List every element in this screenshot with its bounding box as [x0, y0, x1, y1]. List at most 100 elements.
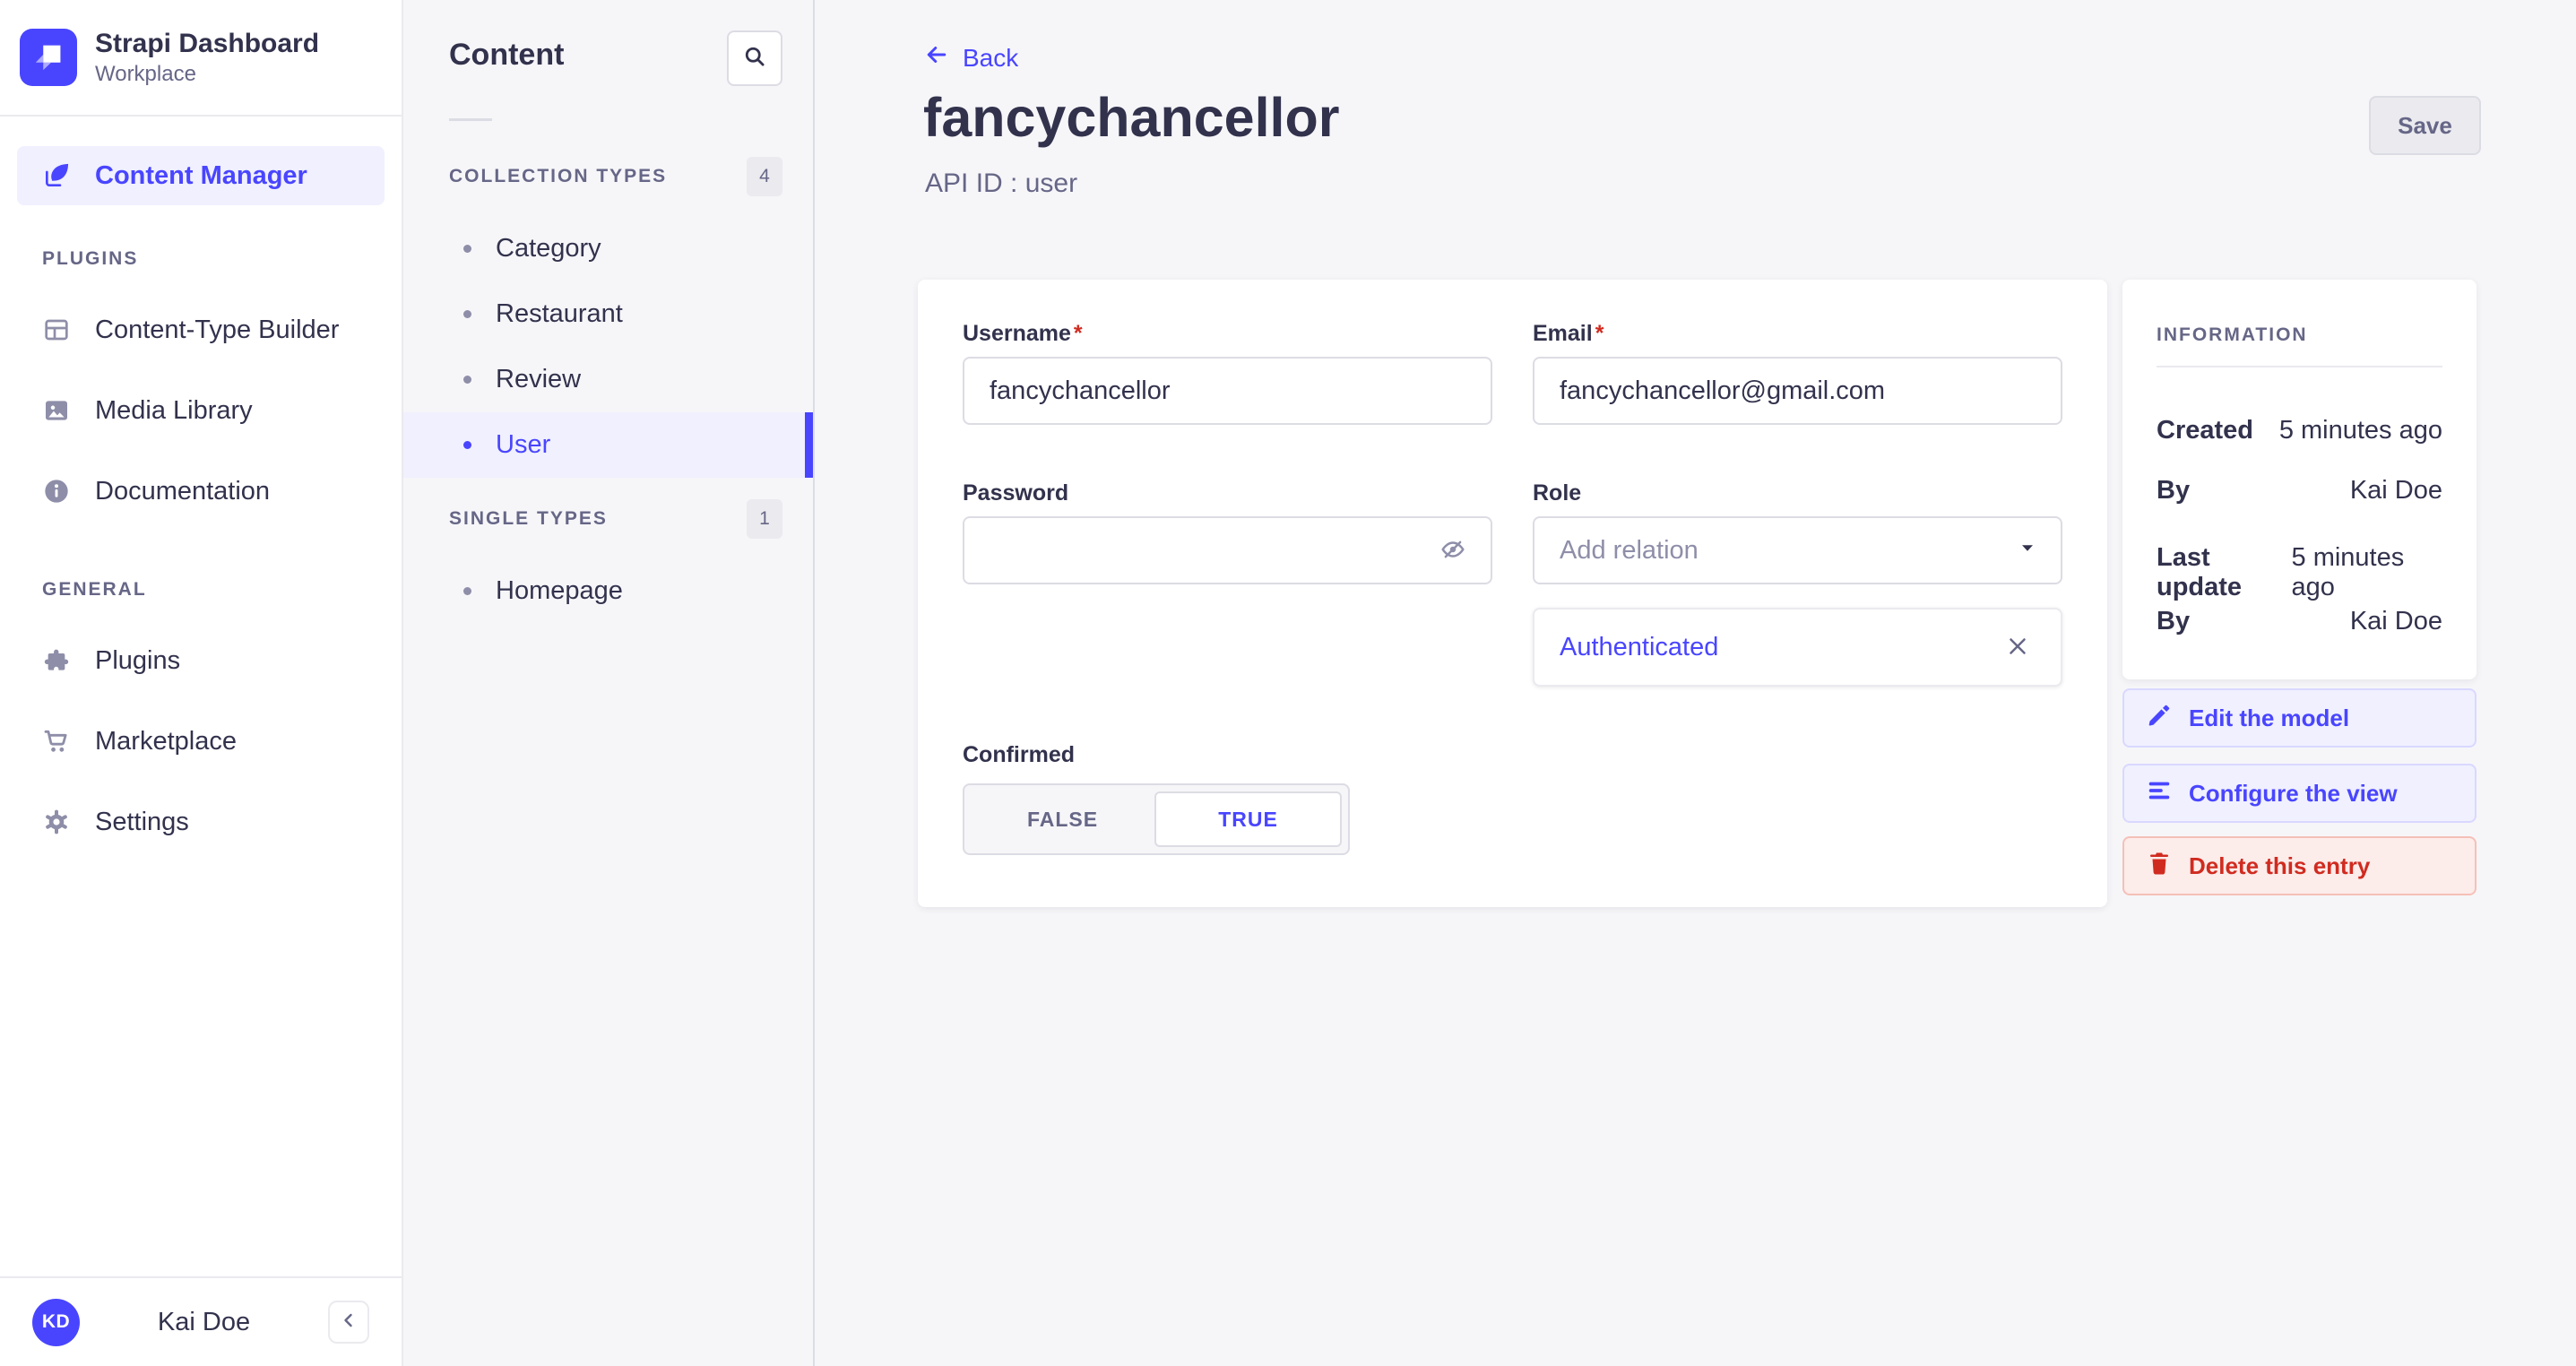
required-marker: * [1074, 321, 1083, 346]
username-input[interactable] [964, 359, 1491, 423]
info-row-last-update: Last update 5 minutes ago [2157, 543, 2442, 602]
search-button[interactable] [727, 30, 782, 86]
sidebar-collapse-button[interactable] [328, 1301, 369, 1344]
password-input[interactable] [964, 518, 1491, 583]
sidebar-item-plugins[interactable]: Plugins [17, 620, 385, 701]
information-title: INFORMATION [2157, 324, 2308, 346]
collection-types-count-badge: 4 [747, 157, 782, 196]
delete-entry-button[interactable]: Delete this entry [2122, 836, 2477, 895]
confirmed-false-option[interactable]: FALSE [971, 791, 1154, 847]
bullet-icon [463, 441, 471, 449]
bullet-icon [463, 310, 471, 318]
info-circle-icon [42, 477, 71, 506]
back-link[interactable]: Back [923, 41, 1018, 74]
close-icon [2004, 633, 2031, 662]
relation-link[interactable]: Authenticated [1560, 633, 1718, 662]
confirmed-label: Confirmed [963, 742, 1075, 768]
general-nav-list: Plugins Marketplace Settings [17, 620, 385, 862]
api-id-subtitle: API ID : user [925, 169, 1077, 199]
puzzle-icon [42, 646, 71, 675]
information-panel: INFORMATION Created 5 minutes ago By Kai… [2122, 280, 2477, 679]
sidebar-item-documentation[interactable]: Documentation [17, 451, 385, 532]
action-label: Configure the view [2189, 780, 2398, 808]
sidebar-item-label: Settings [95, 808, 189, 837]
eye-off-icon [1439, 536, 1466, 566]
sidebar-item-label: Content-Type Builder [95, 316, 339, 345]
confirmed-true-option[interactable]: TRUE [1154, 791, 1342, 847]
action-label: Delete this entry [2189, 852, 2370, 880]
arrow-left-icon [923, 41, 950, 74]
entry-form-card: Username* Email* Password Role Add relat… [918, 280, 2107, 907]
plugins-nav-list: Content-Type Builder Media Library Docum… [17, 290, 385, 532]
layout-grid-icon [42, 316, 71, 344]
password-label: Password [963, 480, 1068, 506]
page-title: fancychancellor [923, 86, 1339, 149]
pencil-icon [2146, 702, 2173, 735]
email-label: Email* [1533, 321, 1604, 347]
information-divider [2157, 366, 2442, 367]
subnav-item-label: Homepage [496, 576, 623, 606]
info-row-updated-by: By Kai Doe [2157, 607, 2442, 636]
sidebar-item-media-library[interactable]: Media Library [17, 370, 385, 451]
subnav-item-restaurant[interactable]: Restaurant [403, 281, 813, 347]
remove-relation-button[interactable] [2000, 629, 2036, 665]
info-row-created-by: By Kai Doe [2157, 476, 2442, 506]
single-types-list: Homepage [403, 558, 813, 624]
trash-icon [2146, 850, 2173, 883]
sidebar-item-label: Marketplace [95, 727, 237, 756]
back-label: Back [963, 44, 1018, 73]
sidebar-item-settings[interactable]: Settings [17, 782, 385, 862]
sidebar-section-plugins: PLUGINS [17, 248, 385, 270]
sidebar: Strapi Dashboard Workplace Content Manag… [0, 0, 403, 1366]
list-lines-icon [2146, 777, 2173, 810]
strapi-logo [20, 29, 77, 86]
feather-icon [42, 161, 71, 190]
user-avatar[interactable]: KD [32, 1299, 80, 1346]
caret-down-icon [2018, 539, 2037, 563]
subnav-item-label: Restaurant [496, 299, 623, 329]
content-subnav: Content COLLECTION TYPES 4 Category Rest… [403, 0, 815, 1366]
bullet-icon [463, 376, 471, 384]
workspace-brand: Strapi Dashboard Workplace [0, 0, 402, 117]
username-label: Username* [963, 321, 1083, 347]
sidebar-item-label: Media Library [95, 396, 253, 426]
email-field [1533, 357, 2062, 425]
username-field [963, 357, 1492, 425]
role-relation-chip: Authenticated [1533, 608, 2062, 687]
subnav-item-review[interactable]: Review [403, 347, 813, 412]
single-types-count-badge: 1 [747, 499, 782, 539]
sidebar-footer: KD Kai Doe [0, 1276, 402, 1366]
collection-types-header: COLLECTION TYPES [449, 166, 667, 187]
sidebar-item-marketplace[interactable]: Marketplace [17, 701, 385, 782]
subnav-item-label: Category [496, 234, 601, 264]
email-input[interactable] [1534, 359, 2061, 423]
subnav-item-label: Review [496, 365, 581, 394]
role-placeholder: Add relation [1560, 536, 1699, 566]
sidebar-item-label: Plugins [95, 646, 180, 676]
configure-view-button[interactable]: Configure the view [2122, 764, 2477, 823]
subnav-item-user[interactable]: User [403, 412, 813, 478]
workspace-name: Workplace [95, 61, 319, 88]
subnav-item-category[interactable]: Category [403, 216, 813, 281]
cart-icon [42, 727, 71, 756]
gear-icon [42, 808, 71, 836]
action-label: Edit the model [2189, 705, 2349, 732]
role-select[interactable]: Add relation [1533, 516, 2062, 584]
sidebar-item-content-manager[interactable]: Content Manager [17, 146, 385, 205]
strapi-admin-screen: Strapi Dashboard Workplace Content Manag… [0, 0, 2576, 1366]
sidebar-section-general: GENERAL [17, 579, 385, 601]
save-button[interactable]: Save [2369, 96, 2481, 155]
app-title: Strapi Dashboard [95, 27, 319, 61]
edit-model-button[interactable]: Edit the model [2122, 688, 2477, 748]
subnav-item-label: User [496, 430, 550, 460]
single-types-header: SINGLE TYPES [449, 508, 608, 530]
subnav-title: Content [449, 38, 564, 73]
toggle-password-visibility-button[interactable] [1433, 531, 1473, 570]
required-marker: * [1595, 321, 1604, 346]
sidebar-nav: Content Manager PLUGINS Content-Type Bui… [0, 146, 402, 862]
sidebar-item-content-type-builder[interactable]: Content-Type Builder [17, 290, 385, 370]
subnav-item-homepage[interactable]: Homepage [403, 558, 813, 624]
bullet-icon [463, 245, 471, 253]
collection-types-list: Category Restaurant Review User [403, 216, 813, 478]
user-name: Kai Doe [80, 1308, 328, 1337]
